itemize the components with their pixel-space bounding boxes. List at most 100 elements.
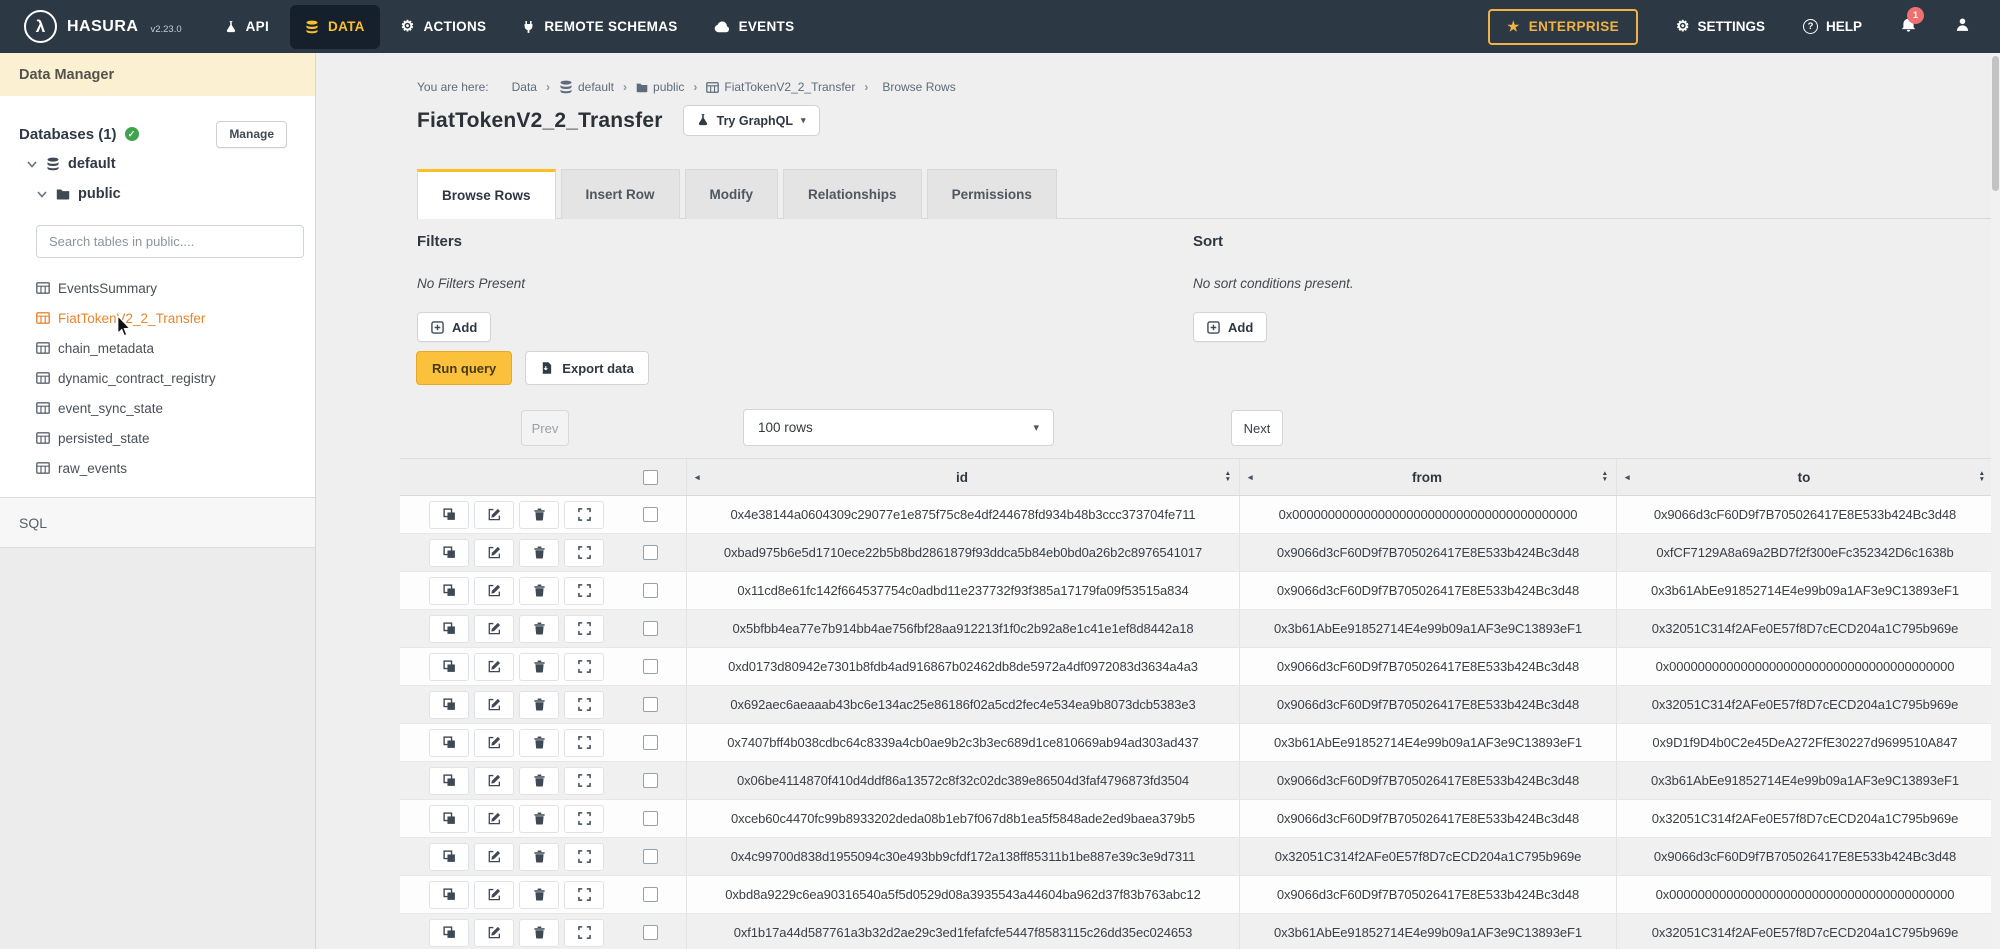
row-checkbox[interactable] — [643, 773, 658, 788]
manage-button[interactable]: Manage — [216, 121, 287, 148]
export-data-button[interactable]: Export data — [525, 351, 649, 385]
clone-row-button[interactable] — [429, 919, 469, 947]
row-checkbox[interactable] — [643, 887, 658, 902]
row-checkbox[interactable] — [643, 507, 658, 522]
delete-row-button[interactable] — [519, 539, 559, 567]
delete-row-button[interactable] — [519, 615, 559, 643]
expand-row-button[interactable] — [564, 615, 604, 643]
prev-page-button[interactable]: Prev — [521, 410, 569, 446]
edit-row-button[interactable] — [474, 881, 514, 909]
sort-arrows-icon[interactable]: ▲▼ — [1602, 471, 1608, 484]
clone-row-button[interactable] — [429, 843, 469, 871]
delete-row-button[interactable] — [519, 691, 559, 719]
clone-row-button[interactable] — [429, 691, 469, 719]
delete-row-button[interactable] — [519, 805, 559, 833]
nav-item-api[interactable]: API — [210, 5, 284, 49]
edit-row-button[interactable] — [474, 729, 514, 757]
delete-row-button[interactable] — [519, 881, 559, 909]
sidebar-table-item-raw_events[interactable]: raw_events — [36, 453, 307, 483]
row-checkbox[interactable] — [643, 621, 658, 636]
clone-row-button[interactable] — [429, 539, 469, 567]
edit-row-button[interactable] — [474, 805, 514, 833]
expand-row-button[interactable] — [564, 729, 604, 757]
expand-row-button[interactable] — [564, 919, 604, 947]
run-query-button[interactable]: Run query — [416, 351, 512, 385]
try-graphql-button[interactable]: Try GraphQL ▾ — [683, 105, 820, 136]
tab-insert-row[interactable]: Insert Row — [561, 169, 680, 219]
delete-row-button[interactable] — [519, 577, 559, 605]
rows-per-page-select[interactable]: 100 rows ▾ — [743, 409, 1054, 446]
sidebar-table-item-persisted_state[interactable]: persisted_state — [36, 423, 307, 453]
clone-row-button[interactable] — [429, 501, 469, 529]
user-menu-button[interactable] — [1955, 17, 1970, 37]
delete-row-button[interactable] — [519, 501, 559, 529]
tab-browse-rows[interactable]: Browse Rows — [417, 169, 556, 219]
edit-row-button[interactable] — [474, 843, 514, 871]
breadcrumb-item-default[interactable]: default — [559, 80, 614, 94]
breadcrumb-item-public[interactable]: public — [636, 80, 684, 94]
breadcrumb-item-fiattokenv2_2_transfer[interactable]: FiatTokenV2_2_Transfer — [706, 80, 855, 94]
expand-row-button[interactable] — [564, 843, 604, 871]
clone-row-button[interactable] — [429, 577, 469, 605]
edit-row-button[interactable] — [474, 767, 514, 795]
edit-row-button[interactable] — [474, 919, 514, 947]
add-filter-button[interactable]: Add — [417, 312, 491, 342]
expand-row-button[interactable] — [564, 805, 604, 833]
edit-row-button[interactable] — [474, 539, 514, 567]
clone-row-button[interactable] — [429, 615, 469, 643]
sidebar-table-item-FiatTokenV2_2_Transfer[interactable]: FiatTokenV2_2_Transfer — [36, 303, 307, 333]
sort-arrows-icon[interactable]: ▲▼ — [1979, 471, 1985, 484]
clone-row-button[interactable] — [429, 653, 469, 681]
chevron-down-icon[interactable] — [26, 158, 38, 170]
clone-row-button[interactable] — [429, 767, 469, 795]
clone-row-button[interactable] — [429, 881, 469, 909]
expand-row-button[interactable] — [564, 653, 604, 681]
expand-row-button[interactable] — [564, 767, 604, 795]
nav-item-actions[interactable]: ⚙ ACTIONS — [386, 5, 502, 49]
nav-item-events[interactable]: EVENTS — [699, 5, 810, 49]
enterprise-button[interactable]: ★ ENTERPRISE — [1488, 9, 1638, 45]
help-button[interactable]: ? HELP — [1803, 19, 1862, 34]
tree-item-default-db[interactable]: default — [26, 156, 116, 172]
edit-row-button[interactable] — [474, 615, 514, 643]
delete-row-button[interactable] — [519, 843, 559, 871]
edit-row-button[interactable] — [474, 577, 514, 605]
expand-row-button[interactable] — [564, 691, 604, 719]
brand[interactable]: λ HASURA v2.23.0 — [0, 10, 204, 43]
edit-row-button[interactable] — [474, 691, 514, 719]
row-checkbox[interactable] — [643, 545, 658, 560]
tree-item-public-schema[interactable]: public — [36, 186, 121, 202]
expand-row-button[interactable] — [564, 501, 604, 529]
row-checkbox[interactable] — [643, 583, 658, 598]
select-all-checkbox[interactable] — [643, 470, 658, 485]
nav-item-remote-schemas[interactable]: REMOTE SCHEMAS — [507, 5, 692, 49]
breadcrumb-item-browse-rows[interactable]: Browse Rows — [877, 80, 955, 94]
row-checkbox[interactable] — [643, 849, 658, 864]
settings-button[interactable]: ⚙ SETTINGS — [1676, 19, 1765, 34]
search-tables-input[interactable] — [36, 225, 304, 258]
sidebar-table-item-dynamic_contract_registry[interactable]: dynamic_contract_registry — [36, 363, 307, 393]
clone-row-button[interactable] — [429, 805, 469, 833]
sidebar-table-item-chain_metadata[interactable]: chain_metadata — [36, 333, 307, 363]
chevron-down-icon[interactable] — [36, 188, 48, 200]
row-checkbox[interactable] — [643, 811, 658, 826]
tab-modify[interactable]: Modify — [685, 169, 779, 219]
delete-row-button[interactable] — [519, 653, 559, 681]
tab-permissions[interactable]: Permissions — [927, 169, 1057, 219]
row-checkbox[interactable] — [643, 735, 658, 750]
nav-item-data[interactable]: DATA — [290, 5, 380, 49]
add-sort-button[interactable]: Add — [1193, 312, 1267, 342]
sidebar-table-item-event_sync_state[interactable]: event_sync_state — [36, 393, 307, 423]
row-checkbox[interactable] — [643, 659, 658, 674]
row-checkbox[interactable] — [643, 925, 658, 940]
sidebar-table-item-EventsSummary[interactable]: EventsSummary — [36, 273, 307, 303]
delete-row-button[interactable] — [519, 729, 559, 757]
breadcrumb-item-data[interactable]: Data — [507, 80, 537, 94]
delete-row-button[interactable] — [519, 767, 559, 795]
tab-relationships[interactable]: Relationships — [783, 169, 922, 219]
edit-row-button[interactable] — [474, 501, 514, 529]
expand-row-button[interactable] — [564, 577, 604, 605]
sort-arrows-icon[interactable]: ▲▼ — [1225, 471, 1231, 484]
expand-row-button[interactable] — [564, 881, 604, 909]
edit-row-button[interactable] — [474, 653, 514, 681]
